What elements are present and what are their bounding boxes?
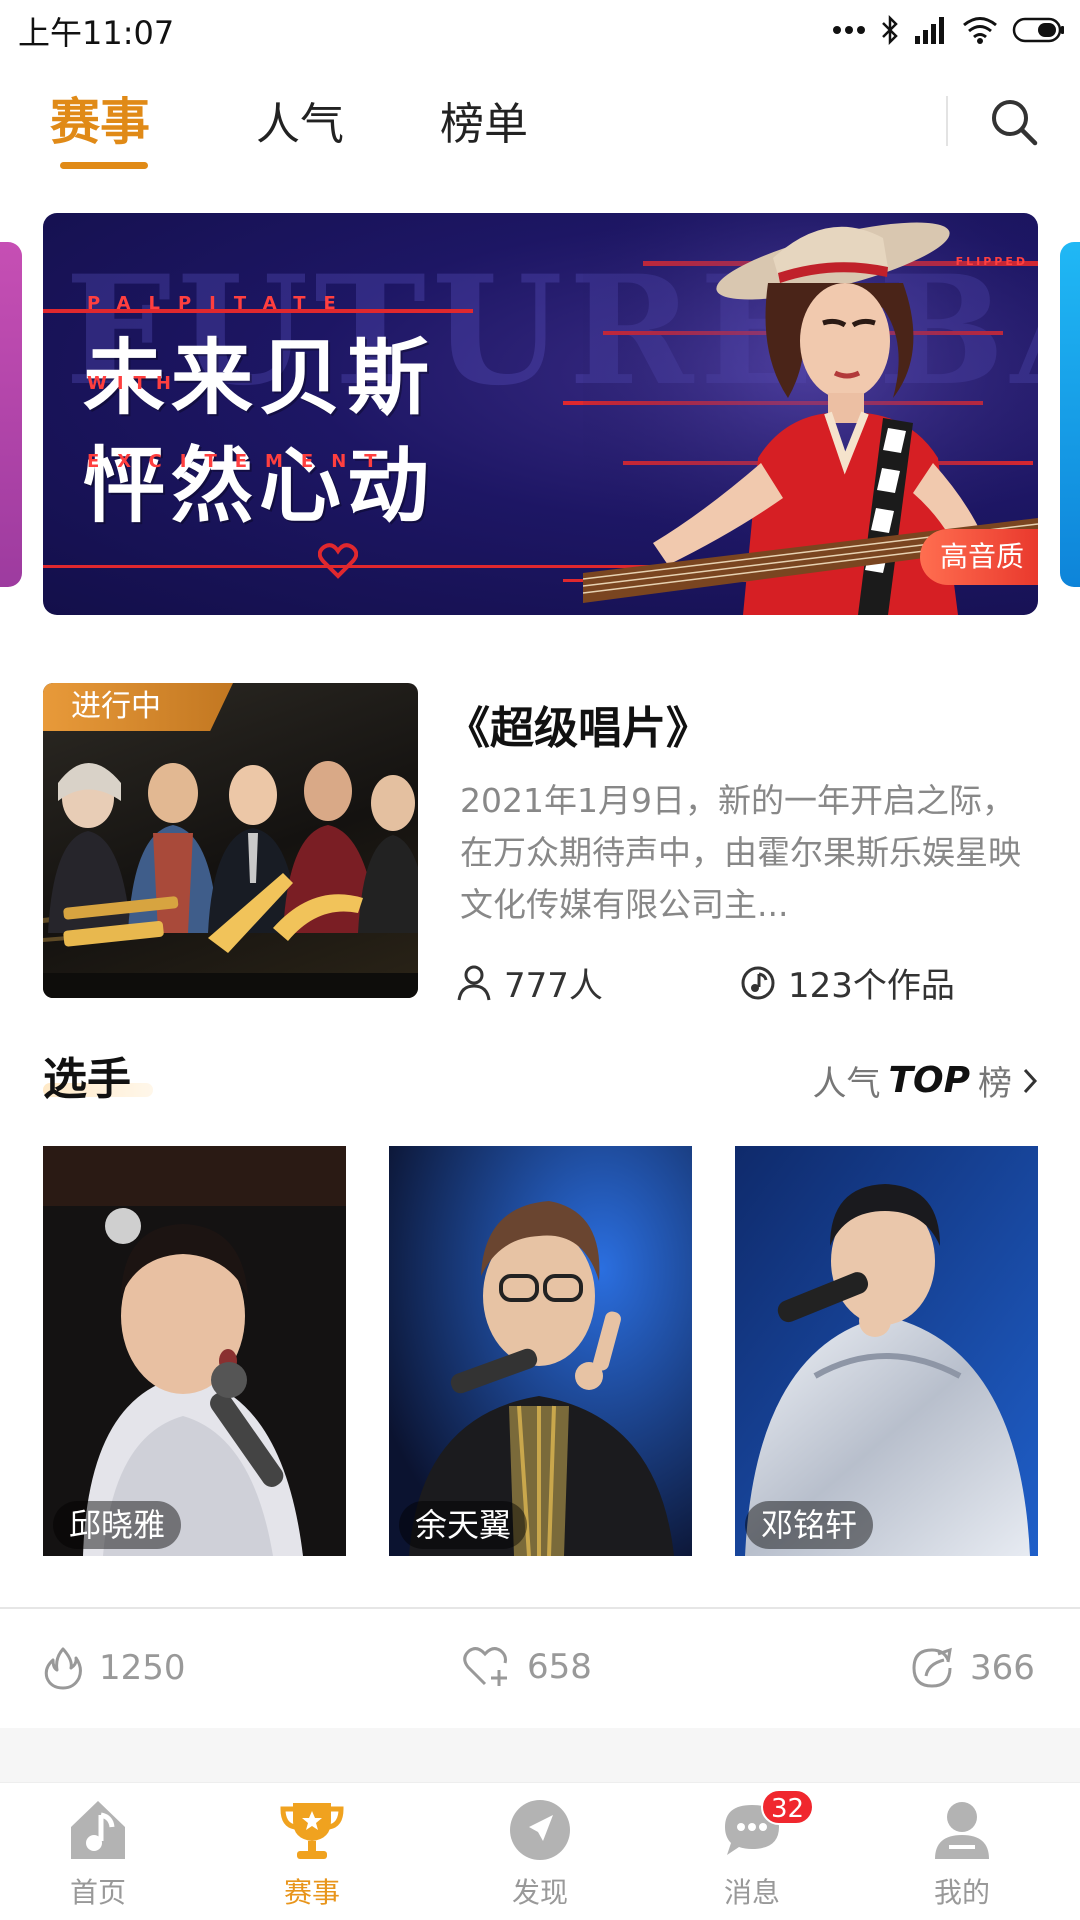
rank-suffix: 榜 [978,1064,1012,1104]
carousel-next-slide[interactable] [1060,242,1080,587]
banner-title-line2: 怦然心动 [83,439,436,534]
stats-row: 1250 658 366 [0,1610,1080,1730]
chevron-right-icon [1023,1068,1038,1093]
tab-events[interactable]: 赛事 [50,82,150,154]
bottom-nav: 首页 赛事 发现 32 消息 我的 [0,1782,1080,1920]
status-time: 上午11:07 [18,14,175,52]
bluetooth-icon [882,14,898,46]
home-music-icon [63,1795,133,1865]
heart-plus-icon [463,1647,507,1686]
event-title[interactable]: 《超级唱片》 [446,692,710,756]
person-icon [457,965,491,1000]
banner-en-mid: WITH [87,373,181,394]
heart-icon [318,543,358,579]
message-count-badge: 32 [761,1789,815,1825]
user-icon [927,1795,997,1865]
more-dots-icon [833,26,865,34]
tab-rankings[interactable]: 榜单 [440,88,528,152]
fire-count: 1250 [99,1648,186,1688]
wifi-icon [963,17,997,44]
rank-prefix: 人气 [812,1064,881,1104]
fire-stat[interactable]: 1250 [43,1646,186,1690]
event-thumbnail[interactable]: 进行中 [43,683,418,998]
nav-item-profile[interactable]: 我的 [892,1795,1032,1911]
share-stat[interactable]: 366 [910,1646,1035,1690]
fire-icon [44,1647,82,1690]
event-participants: 777人 [456,958,603,1007]
nav-item-discover[interactable]: 发现 [470,1795,610,1911]
compass-icon [505,1795,575,1865]
nav-item-messages[interactable]: 32 消息 [682,1789,822,1911]
signal-icon [915,17,944,44]
banner-title: 未来贝斯 怦然心动 [83,325,435,541]
player-card[interactable]: 邓铭轩 [735,1146,1038,1556]
nav-label-profile: 我的 [933,1876,990,1909]
player-card[interactable]: 邱晓雅 [43,1146,346,1556]
banner-en-bottom: EXCITEMENT [87,451,395,472]
event-status-badge: 进行中 [43,683,233,731]
event-description: 2021年1月9日，新的一年开启之际，在万众期待声中，由霍尔果斯乐娱星映文化传媒… [460,781,1021,924]
chat-bubble-icon: 32 [717,1789,815,1865]
players-section-title: 选手 [43,1054,131,1105]
player-card[interactable]: 余天翼 [389,1146,692,1556]
music-note-icon [741,966,775,999]
banner-corner-word: FLIPPED [955,255,1028,268]
nav-label-messages: 消息 [723,1876,780,1909]
share-count: 366 [970,1648,1035,1688]
player-name: 邱晓雅 [53,1501,182,1549]
nav-item-events[interactable]: 赛事 [242,1795,382,1911]
content-gap [0,1728,1080,1782]
nav-item-home[interactable]: 首页 [28,1795,168,1911]
player-name: 邓铭轩 [745,1501,874,1549]
active-tab-indicator [60,162,148,169]
battery-icon [1012,17,1064,43]
nav-label-events: 赛事 [283,1876,340,1909]
player-photo [43,1146,346,1556]
tab-popularity[interactable]: 人气 [256,88,344,152]
banner-slide[interactable]: FUTURE BASS [43,213,1038,615]
like-stat[interactable]: 658 [463,1646,592,1688]
trophy-icon [277,1795,347,1865]
like-count: 658 [527,1647,592,1687]
share-icon [912,1647,952,1688]
search-icon[interactable] [988,96,1040,148]
nav-label-home: 首页 [69,1876,126,1909]
player-name: 余天翼 [399,1501,528,1549]
player-photo [735,1146,1038,1556]
high-quality-badge: 高音质 [919,529,1038,585]
status-icons [832,10,1066,50]
top-tab-bar: 赛事 人气 榜单 [0,70,1080,180]
carousel-prev-slide[interactable] [0,242,22,587]
tab-divider [946,96,948,146]
section-divider [0,1607,1080,1609]
popularity-top-link[interactable]: 人气 TOP 榜 [812,1056,1040,1105]
rank-top-word: TOP [888,1060,970,1101]
banner-en-top: PALPITATE [87,293,354,314]
player-photo [389,1146,692,1556]
status-bar: 上午11:07 [0,0,1080,58]
event-works: 123个作品 [740,958,955,1007]
participants-count: 777人 [504,966,603,1006]
works-count: 123个作品 [788,966,955,1006]
nav-label-discover: 发现 [511,1876,568,1909]
